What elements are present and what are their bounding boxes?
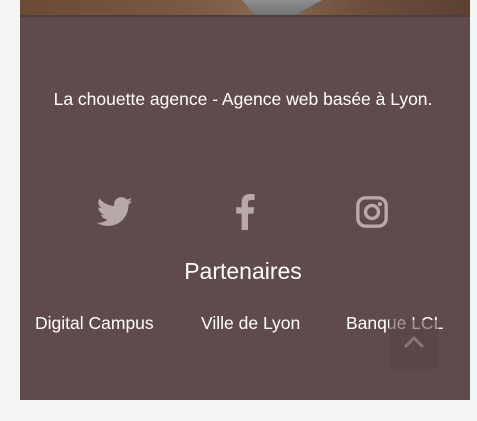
facebook-icon bbox=[235, 194, 255, 230]
instagram-icon bbox=[355, 195, 389, 229]
back-to-top-button[interactable] bbox=[389, 320, 439, 369]
partner-link-digital-campus[interactable]: Digital Campus bbox=[35, 313, 154, 334]
footer: La chouette agence - Agence web basée à … bbox=[20, 0, 470, 400]
partner-link-ville-de-lyon[interactable]: Ville de Lyon bbox=[201, 313, 300, 334]
facebook-link[interactable] bbox=[225, 190, 265, 234]
footer-tagline: La chouette agence - Agence web basée à … bbox=[53, 89, 433, 109]
hero-image-edge bbox=[20, 15, 470, 17]
twitter-icon bbox=[97, 197, 133, 227]
partners-heading: Partenaires bbox=[184, 258, 302, 284]
chevron-up-icon bbox=[404, 335, 424, 354]
instagram-link[interactable] bbox=[352, 190, 392, 234]
hero-image-bottom bbox=[20, 0, 470, 17]
twitter-link[interactable] bbox=[95, 190, 135, 234]
